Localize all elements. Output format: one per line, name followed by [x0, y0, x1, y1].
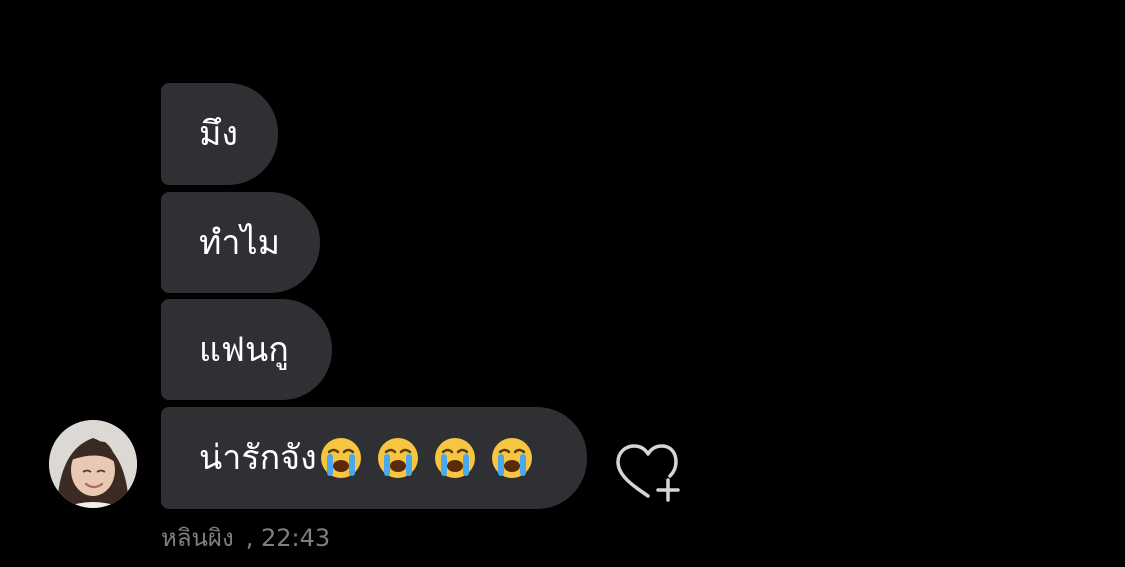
loudly-crying-face-icon	[491, 438, 532, 478]
loudly-crying-face-icon	[377, 438, 418, 478]
profile-photo	[49, 420, 137, 508]
message-text: แฟนกู	[199, 329, 289, 370]
message-bubble[interactable]: น่ารักจัง	[161, 407, 587, 509]
sender-name: หลินผิง	[161, 524, 234, 552]
loudly-crying-face-icon	[434, 438, 475, 478]
heart-plus-icon	[616, 444, 680, 502]
message-text: ทำไม	[199, 222, 281, 263]
message-meta: หลินผิง, 22:43	[161, 518, 330, 557]
add-reaction-button[interactable]	[610, 440, 685, 504]
message-text: น่ารักจัง	[199, 438, 317, 478]
meta-separator: ,	[245, 524, 254, 552]
emoji-group	[319, 436, 534, 480]
message-bubble[interactable]: มึง	[161, 83, 278, 185]
avatar[interactable]	[49, 420, 137, 508]
message-time: 22:43	[261, 524, 331, 552]
loudly-crying-face-icon	[320, 438, 361, 478]
message-text: มึง	[199, 114, 239, 154]
message-bubble[interactable]: แฟนกู	[161, 299, 332, 400]
message-bubble[interactable]: ทำไม	[161, 192, 320, 293]
